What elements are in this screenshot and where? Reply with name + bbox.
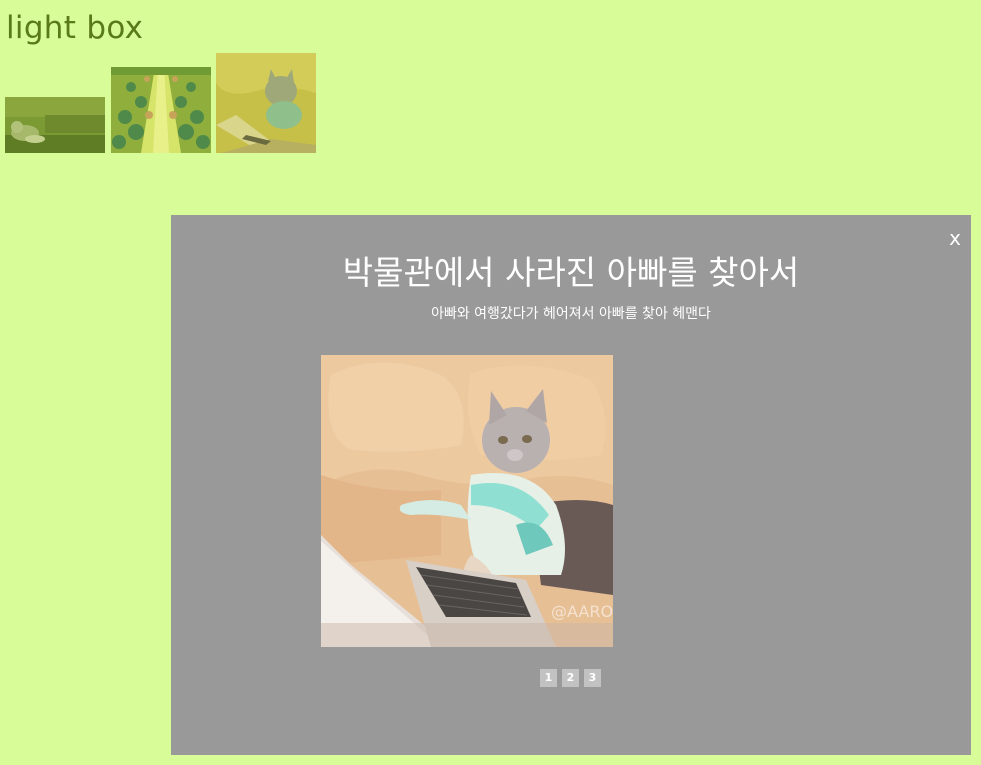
cat-laptop-image: @AARON — [321, 355, 613, 647]
dog-thumbnail[interactable] — [5, 97, 105, 153]
close-button[interactable]: x — [949, 227, 961, 249]
page-button-3[interactable]: 3 — [584, 669, 601, 687]
crowd-thumbnail-image — [111, 67, 211, 153]
lightbox-image: @AARON — [321, 355, 613, 647]
lightbox-modal: x 박물관에서 사라진 아빠를 찾아서 아빠와 여행갔다가 헤어져서 아빠를 찾… — [171, 215, 971, 755]
dog-thumbnail-image — [5, 97, 105, 153]
image-watermark: @AARON — [551, 602, 613, 621]
pager: 1 2 3 — [540, 669, 601, 687]
lightbox-subtitle: 아빠와 여행갔다가 헤어져서 아빠를 찾아 헤맨다 — [431, 306, 711, 322]
page-button-2[interactable]: 2 — [562, 669, 579, 687]
cat-laptop-thumbnail[interactable] — [216, 53, 316, 153]
cat-laptop-thumbnail-image — [216, 53, 316, 153]
page-title: light box — [6, 10, 144, 46]
page-button-1[interactable]: 1 — [540, 669, 557, 687]
crowd-thumbnail[interactable] — [111, 67, 211, 153]
lightbox-title: 박물관에서 사라진 아빠를 찾아서 — [342, 253, 800, 292]
